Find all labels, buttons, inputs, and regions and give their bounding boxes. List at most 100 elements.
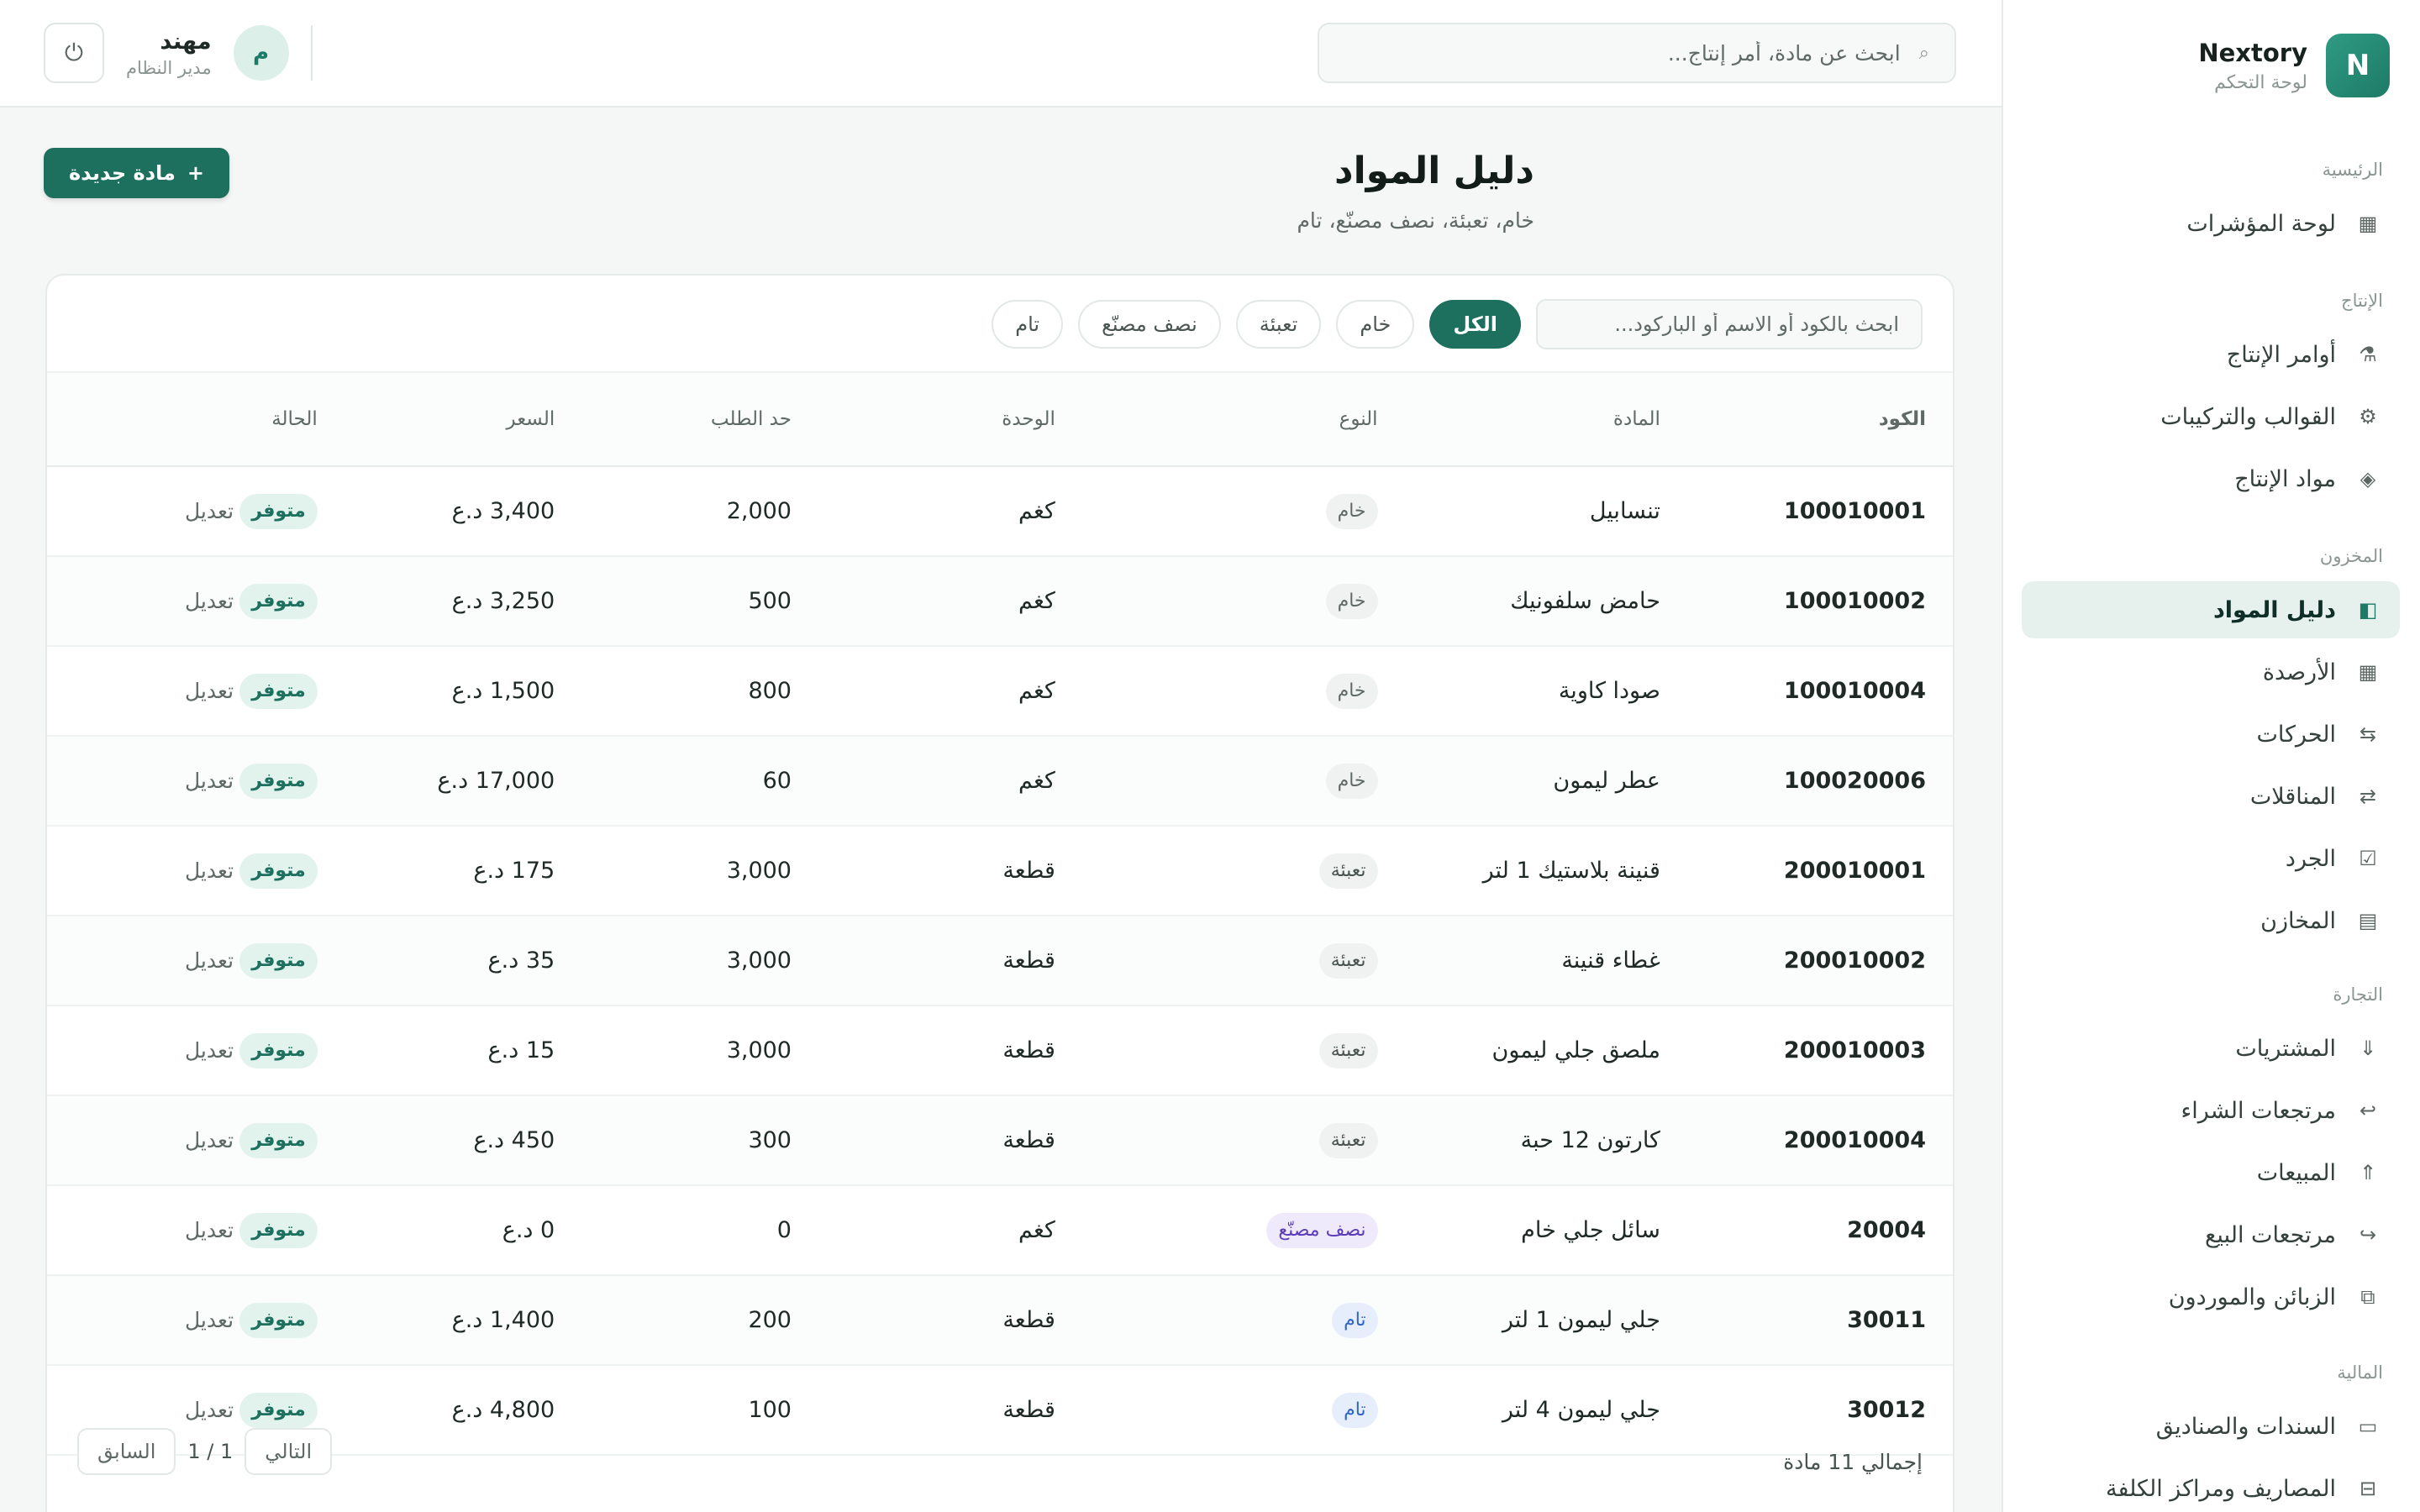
cell-type: خام <box>1055 646 1378 736</box>
new-material-label: مادة جديدة <box>69 161 176 185</box>
column-header-code[interactable]: الكود <box>1660 372 1953 466</box>
table-row[interactable]: 30011 جلي ليمون 1 لتر تام قطعة 200 1,400 د.ع م… <box>47 1275 1953 1365</box>
sidebar-item-transfers[interactable]: ⇄ المناقلات <box>2022 768 2400 825</box>
new-material-button[interactable]: + مادة جديدة <box>44 148 230 198</box>
cell-code: 200010003 <box>1783 1037 1926 1063</box>
sidebar-item-sales-returns[interactable]: ↪ مرتجعات البيع <box>2022 1206 2400 1263</box>
table-row[interactable]: 20004 سائل جلي خام نصف مصنّع كغم 0 0 د.ع متوفر… <box>47 1185 1953 1275</box>
table-row[interactable]: 200010003 ملصق جلي ليمون تعبئة قطعة 3,000 15 … <box>47 1005 1953 1095</box>
status-badge: متوفر <box>239 583 318 619</box>
table-row[interactable]: 100020006 عطر ليمون خام كغم 60 17,000 د.ع متوف… <box>47 736 1953 826</box>
edit-link[interactable]: تعديل <box>185 679 234 703</box>
cell-code: 100010004 <box>1783 678 1926 704</box>
cell-status: متوفر <box>234 736 318 826</box>
filter-chip-packaging[interactable]: تعبئة <box>1235 300 1322 349</box>
edit-link[interactable]: تعديل <box>185 1308 234 1332</box>
logout-button[interactable]: ⏻ <box>44 23 104 83</box>
edit-link[interactable]: تعديل <box>185 1038 234 1063</box>
cell-price: 1,500 د.ع <box>318 646 555 736</box>
cell-price: 17,000 د.ع <box>318 736 555 826</box>
edit-link[interactable]: تعديل <box>185 589 234 613</box>
column-header-type[interactable]: النوع <box>1055 372 1378 466</box>
price-value: 450 د.ع <box>473 1127 555 1153</box>
sidebar-item-movements[interactable]: ⇆ الحركات <box>2022 706 2400 763</box>
table-row[interactable]: 100010001 تنسابيل خام كغم 2,000 3,400 د.ع متوف… <box>47 466 1953 556</box>
column-header-reorder[interactable]: حد الطلب <box>555 372 792 466</box>
cash-icon: ▭ <box>2358 1415 2378 1438</box>
return-icon: ↩ <box>2359 1099 2377 1122</box>
edit-link[interactable]: تعديل <box>185 1128 234 1152</box>
cell-material: قنينة بلاستيك 1 لتر <box>1482 858 1660 884</box>
edit-link[interactable]: تعديل <box>185 1398 234 1422</box>
sidebar-item-vouchers[interactable]: ▭ السندات والصناديق <box>2022 1398 2400 1455</box>
sidebar-item-materials-catalog[interactable]: ◧ دليل المواد <box>2022 581 2400 638</box>
edit-link[interactable]: تعديل <box>185 1218 234 1242</box>
sidebar-item-balances[interactable]: ▦ الأرصدة <box>2022 643 2400 701</box>
brand[interactable]: N Nextory لوحة التحكم <box>2198 34 2390 97</box>
sidebar-item-purchase-returns[interactable]: ↩ مرتجعات الشراء <box>2022 1082 2400 1139</box>
cell-reorder: 200 <box>748 1307 792 1333</box>
book-icon: ◧ <box>2358 598 2378 622</box>
column-header-status[interactable]: الحالة <box>234 372 318 466</box>
status-badge: متوفر <box>239 673 318 709</box>
cell-code: 100010002 <box>1783 588 1926 614</box>
cell-unit: كغم <box>1018 678 1055 704</box>
table-search[interactable] <box>1536 299 1923 349</box>
status-badge: متوفر <box>239 1302 318 1338</box>
cell-status: متوفر <box>234 1185 318 1275</box>
sidebar-item-dashboard[interactable]: ▦ لوحة المؤشرات <box>2022 195 2400 252</box>
edit-link[interactable]: تعديل <box>185 858 234 883</box>
cell-reorder: 60 <box>762 768 792 794</box>
cell-reorder: 300 <box>748 1127 792 1153</box>
plus-icon: + <box>187 161 205 185</box>
prev-page-button[interactable]: السابق <box>77 1428 176 1475</box>
table-row[interactable]: 200010004 كارتون 12 حبة تعبئة قطعة 300 450 د.… <box>47 1095 1953 1185</box>
cell-actions: تعديل <box>47 826 234 916</box>
table-row[interactable]: 100010002 حامض سلفونيك خام كغم 500 3,250 د.ع م… <box>47 556 1953 646</box>
table-search-input[interactable] <box>1560 312 1899 336</box>
cell-material: صودا كاوية <box>1558 678 1660 704</box>
column-header-unit[interactable]: الوحدة <box>792 372 1055 466</box>
edit-link[interactable]: تعديل <box>185 499 234 523</box>
sidebar-item-warehouses[interactable]: ▤ المخازن <box>2022 892 2400 949</box>
sidebar-item-production-materials[interactable]: ◈ مواد الإنتاج <box>2022 450 2400 507</box>
filter-chip-semi[interactable]: نصف مصنّع <box>1078 300 1221 349</box>
cell-material: تنسابيل <box>1589 498 1660 524</box>
edit-link[interactable]: تعديل <box>185 948 234 973</box>
edit-link[interactable]: تعديل <box>185 769 234 793</box>
table-header-row: الكود المادة النوع الوحدة حد الطلب السعر… <box>47 372 1953 466</box>
sidebar-item-production-orders[interactable]: ⚗ أوامر الإنتاج <box>2022 326 2400 383</box>
sidebar-item-customers-suppliers[interactable]: ⧉ الزبائن والموردون <box>2022 1268 2400 1326</box>
column-header-price[interactable]: السعر <box>318 372 555 466</box>
sidebar-item-templates[interactable]: ⚙ القوالب والتركيبات <box>2022 388 2400 445</box>
price-value: 3,250 د.ع <box>451 588 555 614</box>
filter-chip-finished[interactable]: تام <box>992 300 1064 349</box>
sidebar-item-label: لوحة المؤشرات <box>2186 210 2336 237</box>
next-page-button[interactable]: التالي <box>245 1428 333 1475</box>
sidebar-item-expenses[interactable]: ⊟ المصاريف ومراكز الكلفة <box>2022 1460 2400 1512</box>
table-row[interactable]: 200010002 غطاء قنينة تعبئة قطعة 3,000 35 د.ع م… <box>47 916 1953 1005</box>
sidebar-item-label: مرتجعات الشراء <box>2181 1097 2336 1124</box>
sidebar-item-sales[interactable]: ⇑ المبيعات <box>2022 1144 2400 1201</box>
global-search[interactable]: ⌕ <box>1318 23 1956 83</box>
status-badge: متوفر <box>239 1122 318 1158</box>
cell-reorder: 100 <box>748 1397 792 1423</box>
materials-table: الكود المادة النوع الوحدة حد الطلب السعر… <box>47 371 1953 1456</box>
movements-icon: ⇆ <box>2359 722 2377 746</box>
nav-section-title: المخزون <box>2319 546 2383 566</box>
cell-status: متوفر <box>234 826 318 916</box>
sidebar-item-purchases[interactable]: ⇓ المشتريات <box>2022 1020 2400 1077</box>
table-row[interactable]: 200010001 قنينة بلاستيك 1 لتر تعبئة قطعة 3,0… <box>47 826 1953 916</box>
sidebar: N Nextory لوحة التحكم الرئيسية ▦ لوحة ال… <box>2002 0 2420 1512</box>
global-search-input[interactable] <box>1344 40 1901 66</box>
filter-chip-all[interactable]: الكل <box>1429 300 1521 349</box>
page-indicator: 1 / 1 <box>187 1440 234 1463</box>
cell-code: 100010001 <box>1783 498 1926 524</box>
cell-status: متوفر <box>234 916 318 1005</box>
sidebar-item-inventory-count[interactable]: ☑ الجرد <box>2022 830 2400 887</box>
column-header-material[interactable]: المادة <box>1378 372 1660 466</box>
cell-status: متوفر <box>234 1095 318 1185</box>
avatar[interactable]: م <box>233 25 289 81</box>
table-row[interactable]: 100010004 صودا كاوية خام كغم 800 1,500 د.ع متو… <box>47 646 1953 736</box>
filter-chip-raw[interactable]: خام <box>1336 300 1415 349</box>
